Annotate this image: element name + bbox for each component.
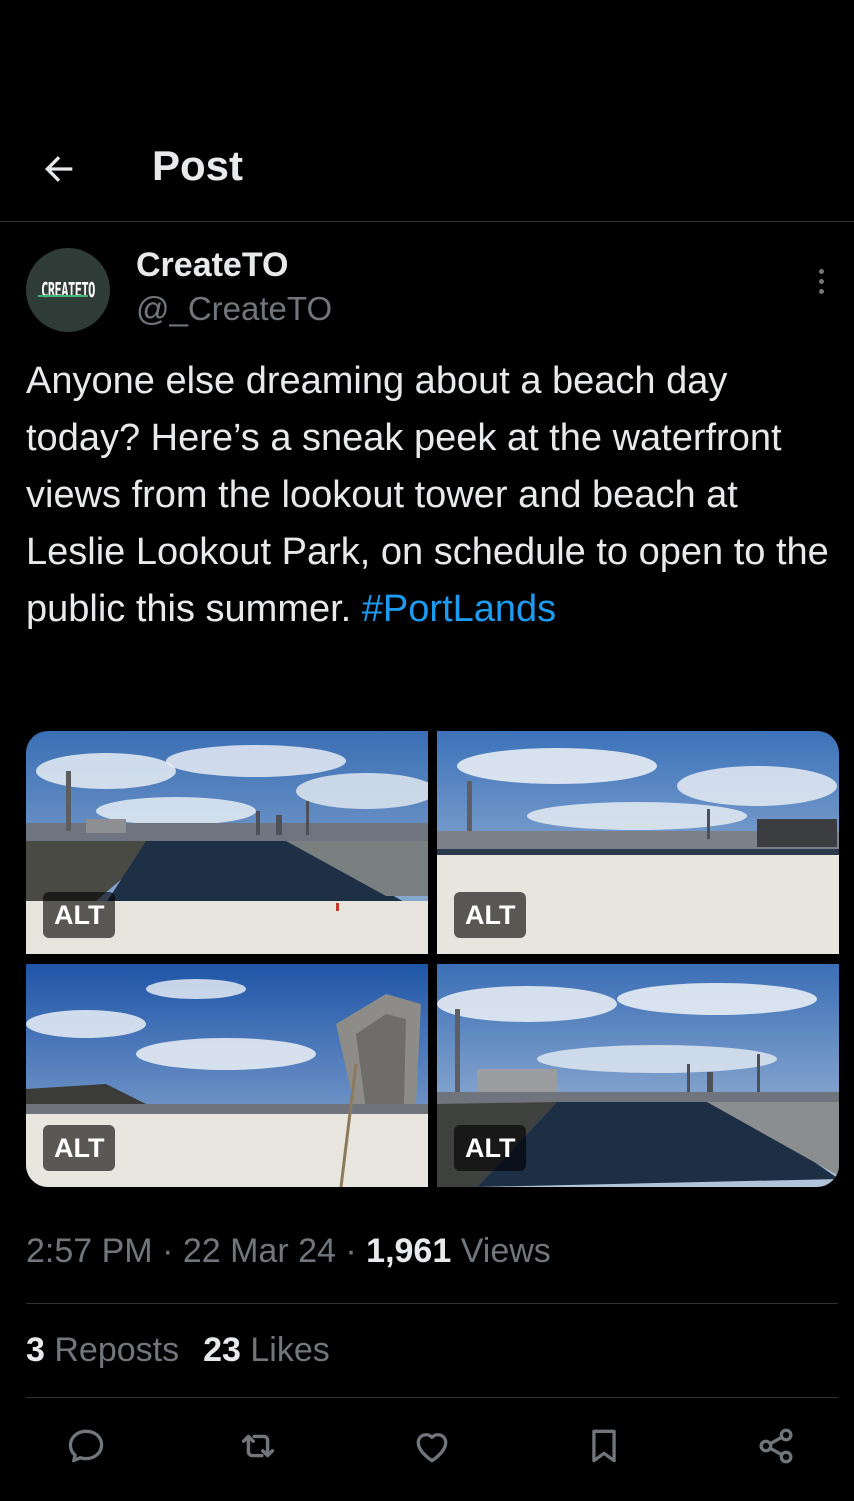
alt-badge[interactable]: ALT [43,892,116,938]
bookmark-icon [592,1429,616,1463]
media-image-3[interactable]: ALT [26,964,428,1187]
views-label: Views [451,1232,551,1270]
more-options-button[interactable] [806,266,836,296]
top-bar: Post [0,112,854,222]
repost-button[interactable] [230,1418,286,1474]
post-meta: 2:57 PM · 22 Mar 24 · 1,961 Views [26,1232,551,1270]
media-image-2[interactable]: ALT [437,731,839,954]
avatar[interactable]: CREATETO [26,248,110,332]
bookmark-button[interactable] [576,1418,632,1474]
author-handle[interactable]: @_CreateTO [136,290,332,328]
action-bar [0,1418,854,1478]
alt-badge[interactable]: ALT [43,1125,116,1171]
repost-icon [241,1434,275,1458]
media-image-4[interactable]: ALT [437,964,839,1187]
post-author: CREATETO CreateTO @_CreateTO [26,246,836,338]
back-button[interactable] [36,146,82,192]
alt-badge[interactable]: ALT [454,892,527,938]
reposts-stat[interactable]: 3 Reposts [26,1331,179,1369]
hashtag-link[interactable]: #PortLands [362,588,556,630]
divider [26,1303,838,1304]
post-stats: 3 Reposts 23 Likes [26,1331,330,1370]
share-button[interactable] [748,1418,804,1474]
heart-icon [416,1433,448,1463]
post-body: Anyone else dreaming about a beach day t… [26,353,836,638]
media-grid: ALT ALT ALT ALT [26,731,839,1187]
page-title: Post [152,142,244,189]
post-time: 2:57 PM [26,1232,153,1270]
likes-stat[interactable]: 23 Likes [203,1331,330,1369]
divider [26,1397,838,1398]
views-count[interactable]: 1,961 [366,1232,451,1270]
author-display-name[interactable]: CreateTO [136,246,288,285]
more-vertical-icon [818,268,824,274]
post-date: 22 Mar 24 [182,1232,336,1270]
arrow-left-icon [45,156,73,182]
share-icon [759,1428,793,1464]
avatar-underline [38,295,88,297]
media-image-1[interactable]: ALT [26,731,428,954]
like-button[interactable] [404,1418,460,1474]
alt-badge[interactable]: ALT [454,1125,527,1171]
avatar-logo: CREATETO [41,278,95,302]
reply-icon [68,1429,104,1463]
reply-button[interactable] [58,1418,114,1474]
